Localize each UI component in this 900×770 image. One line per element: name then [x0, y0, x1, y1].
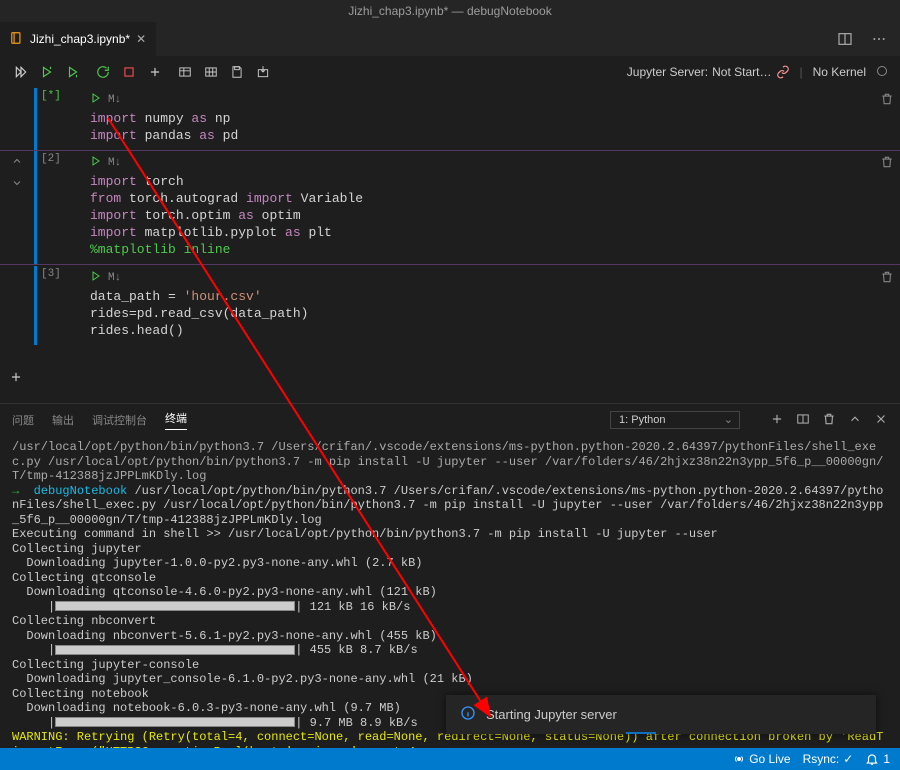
notification-toast[interactable]: Starting Jupyter server	[446, 695, 876, 734]
panel-tab-2[interactable]: 调试控制台	[92, 412, 147, 428]
split-terminal-icon[interactable]	[796, 412, 810, 429]
terminal-line: Downloading jupyter_console-6.1.0-py2.py…	[12, 672, 888, 687]
delete-cell-icon[interactable]	[880, 270, 894, 288]
terminal-line: Executing command in shell >> /usr/local…	[12, 527, 888, 542]
cell-exec-count: [*]	[41, 90, 61, 102]
terminal-line: Collecting jupyter	[12, 542, 888, 557]
interrupt-icon[interactable]	[120, 65, 138, 79]
notebook-toolbar: Jupyter Server: Not Start… | No Kernel	[0, 57, 900, 87]
rsync-status[interactable]: Rsync: ✓	[803, 752, 854, 766]
panel-tab-0[interactable]: 问题	[12, 412, 34, 428]
run-cell-icon[interactable]	[90, 92, 102, 108]
delete-cell-icon[interactable]	[880, 92, 894, 110]
new-terminal-icon[interactable]	[770, 412, 784, 429]
panel-tab-3[interactable]: 终端	[165, 410, 187, 430]
download-progress: || 121 kB 16 kB/s	[12, 600, 888, 615]
terminal-line: Collecting nbconvert	[12, 614, 888, 629]
editor-tabs: Jizhi_chap3.ipynb* ✕	[0, 22, 900, 57]
panel-tabbar: 问题 输出 调试控制台 终端 1: Python	[0, 404, 900, 436]
cell-type-marker: M↓	[108, 272, 121, 284]
window-titlebar: Jizhi_chap3.ipynb* — debugNotebook	[0, 0, 900, 22]
insert-cell-icon[interactable]	[6, 367, 26, 387]
notification-bell[interactable]: 1	[865, 752, 890, 766]
cell-exec-count: [2]	[41, 153, 61, 165]
terminal-line: Downloading jupyter-1.0.0-py2.py3-none-a…	[12, 556, 888, 571]
notification-progress	[626, 732, 656, 734]
add-cell-icon[interactable]	[146, 65, 164, 79]
split-editor-icon[interactable]	[836, 30, 854, 48]
server-link-icon[interactable]	[776, 65, 790, 79]
terminal-line: Downloading nbconvert-5.6.1-py2.py3-none…	[12, 629, 888, 644]
terminal-line: Downloading qtconsole-4.6.0-py2.py3-none…	[12, 585, 888, 600]
export-icon[interactable]	[254, 65, 272, 79]
cell-type-marker: M↓	[108, 157, 121, 169]
restart-icon[interactable]	[94, 65, 112, 79]
notification-text: Starting Jupyter server	[486, 707, 617, 722]
download-progress: || 455 kB 8.7 kB/s	[12, 643, 888, 658]
terminal-selector-dropdown[interactable]: 1: Python	[610, 411, 740, 429]
ellipsis-icon[interactable]	[870, 30, 888, 48]
run-cell-icon[interactable]	[90, 155, 102, 171]
tab-filename: Jizhi_chap3.ipynb*	[30, 32, 130, 46]
move-up-icon[interactable]	[11, 155, 23, 171]
run-below-icon[interactable]	[64, 65, 82, 79]
delete-cell-icon[interactable]	[880, 155, 894, 173]
notebook-cell[interactable]: [2] M↓ import torchfrom torch.autograd imp…	[0, 150, 900, 265]
cell-code-editor[interactable]: data_path = 'hour.csv'rides=pd.read_csv(…	[90, 288, 892, 339]
show-data-icon[interactable]	[202, 65, 220, 79]
kernel-idle-icon[interactable]	[876, 65, 888, 80]
jupyter-server-status[interactable]: Not Start…	[712, 65, 771, 79]
kernel-status[interactable]: No Kernel	[813, 65, 866, 79]
panel-tab-1[interactable]: 输出	[52, 412, 74, 428]
run-all-icon[interactable]	[12, 65, 30, 79]
terminal-line: Collecting qtconsole	[12, 571, 888, 586]
run-above-icon[interactable]	[38, 65, 56, 79]
notebook-view[interactable]: [*] M↓ import numpy as npimport pandas as …	[0, 87, 900, 403]
cell-code-editor[interactable]: import numpy as npimport pandas as pd	[90, 110, 892, 144]
go-live-button[interactable]: Go Live	[733, 752, 790, 766]
terminal-line: Collecting jupyter-console	[12, 658, 888, 673]
cell-code-editor[interactable]: import torchfrom torch.autograd import V…	[90, 173, 892, 258]
move-down-icon[interactable]	[11, 177, 23, 193]
variables-icon[interactable]	[176, 65, 194, 79]
notebook-cell[interactable]: [3] M↓ data_path = 'hour.csv'rides=pd.read…	[0, 265, 900, 345]
close-icon[interactable]: ✕	[136, 32, 146, 46]
terminal-line: → debugNotebook /usr/local/opt/python/bi…	[12, 484, 888, 528]
statusbar: Go Live Rsync: ✓ 1	[0, 748, 900, 770]
info-icon	[460, 705, 476, 724]
cell-type-marker: M↓	[108, 94, 121, 106]
notebook-cell[interactable]: [*] M↓ import numpy as npimport pandas as …	[0, 87, 900, 150]
kill-terminal-icon[interactable]	[822, 412, 836, 429]
window-title: Jizhi_chap3.ipynb* — debugNotebook	[348, 4, 551, 18]
jupyter-server-label: Jupyter Server:	[627, 65, 708, 79]
close-panel-icon[interactable]	[874, 412, 888, 429]
maximize-panel-icon[interactable]	[848, 412, 862, 429]
tab-jizhi-chap3[interactable]: Jizhi_chap3.ipynb* ✕	[0, 22, 156, 56]
terminal-line: /usr/local/opt/python/bin/python3.7 /Use…	[12, 440, 888, 484]
notebook-icon	[10, 31, 24, 48]
cell-exec-count: [3]	[41, 268, 61, 280]
save-icon[interactable]	[228, 65, 246, 79]
run-cell-icon[interactable]	[90, 270, 102, 286]
